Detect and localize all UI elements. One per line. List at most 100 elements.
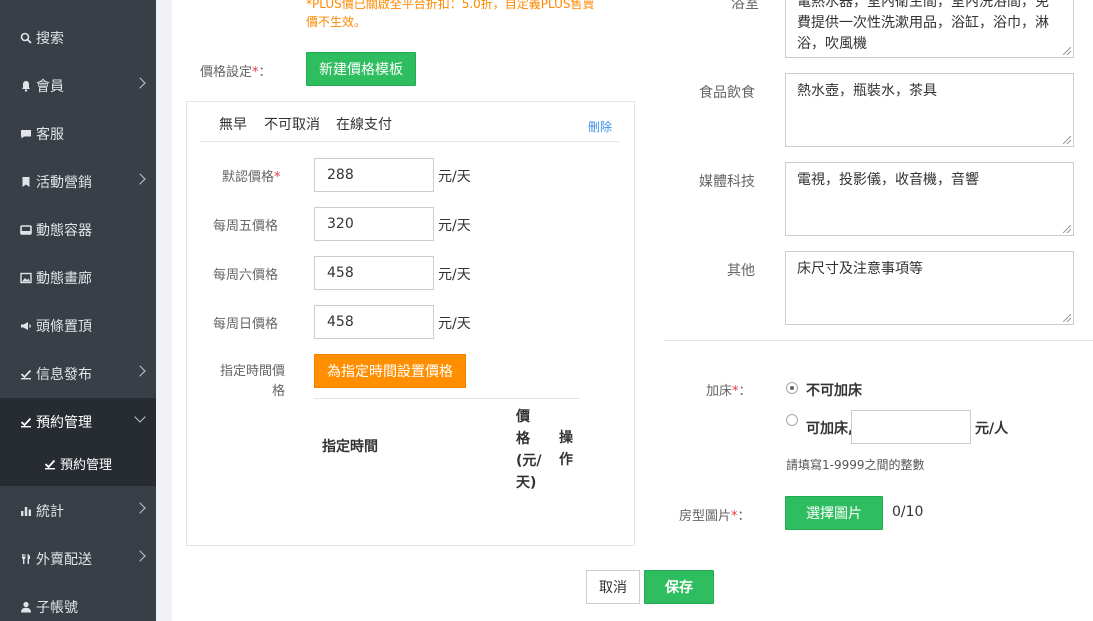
sidebar-item-label: 頭條置頂: [36, 319, 92, 335]
col-action-line: 作: [559, 452, 573, 468]
other-value: 床尺寸及注意事項等: [797, 261, 923, 277]
resize-grip-icon[interactable]: [1063, 225, 1071, 233]
special-price-label-line1: 指定時間價: [219, 364, 285, 379]
bookmark-icon: [20, 176, 32, 188]
cancel-button[interactable]: 取消: [586, 570, 640, 604]
tag-non-cancellable: 不可取消: [264, 117, 320, 133]
sunday-price-unit: 元/天: [438, 316, 471, 332]
media-value: 電視，投影儀，收音機，音響: [797, 172, 979, 188]
bathroom-value: 電熱水器，室內衛生間，室內洗浴間，免費提供一次性洗漱用品，浴缸，浴巾，淋浴，吹風…: [797, 0, 1049, 52]
sidebar-subitem-label: 預約管理: [60, 458, 113, 473]
section-divider: [664, 340, 1093, 341]
chevron-down-icon: [134, 411, 146, 423]
food-textarea[interactable]: 熱水壺，瓶裝水，茶具: [785, 73, 1074, 147]
sidebar-item-reservation[interactable]: 預約管理: [0, 398, 156, 446]
bathroom-textarea[interactable]: 電熱水器，室內衛生間，室內洗浴間，免費提供一次性洗漱用品，浴缸，浴巾，淋浴，吹風…: [785, 0, 1074, 58]
sunday-price-input[interactable]: 458: [314, 305, 434, 339]
colon: ：: [258, 65, 272, 80]
new-price-template-button[interactable]: 新建價格模板: [306, 52, 416, 86]
set-special-price-button[interactable]: 為指定時間設置價格: [314, 354, 466, 388]
resize-grip-icon[interactable]: [1063, 136, 1071, 144]
utensils-icon: [20, 553, 32, 565]
sidebar-item-label: 活動營銷: [36, 175, 92, 191]
required-mark: *: [274, 170, 281, 185]
check-icon: [20, 416, 32, 428]
resize-grip-icon[interactable]: [1063, 314, 1071, 322]
notice-line-1: *PLUS價已關啟全平台折扣：5.0折，自定義PLUS售賣: [306, 0, 595, 11]
sidebar: 搜索 會員 客服 活動營銷 動態容器 動態畫廊 頭條置頂 信息發布 預約管理 預…: [0, 0, 156, 621]
user-icon: [20, 601, 32, 613]
extra-bed-label: 加床*：: [706, 380, 752, 399]
col-price-line: 價: [516, 409, 530, 425]
col-price-line: (元/: [516, 453, 542, 469]
default-price-label: 默認價格*: [222, 166, 281, 185]
chevron-right-icon: [134, 550, 146, 562]
other-textarea[interactable]: 床尺寸及注意事項等: [785, 251, 1074, 325]
sidebar-item-marketing[interactable]: 活動營銷: [0, 158, 156, 206]
friday-price-label: 每周五價格: [213, 219, 279, 234]
sidebar-submenu: 預約管理: [0, 444, 156, 486]
sidebar-item-dynamic-container[interactable]: 動態容器: [0, 206, 156, 254]
sidebar-item-label: 信息發布: [36, 367, 92, 383]
chevron-right-icon: [134, 502, 146, 514]
sidebar-item-members[interactable]: 會員: [0, 62, 156, 110]
col-price-line: 天): [516, 475, 537, 491]
extra-bed-option-label: 可加床,: [806, 421, 854, 437]
radio-no-extra-bed[interactable]: [786, 382, 798, 394]
default-price-unit: 元/天: [438, 169, 471, 185]
col-price-line: 格: [516, 431, 530, 447]
sidebar-item-gallery[interactable]: 動態畫廊: [0, 254, 156, 302]
sidebar-item-search[interactable]: 搜索: [0, 14, 156, 62]
chevron-right-icon: [134, 365, 146, 377]
extra-bed-text: 加床: [706, 384, 733, 399]
friday-price-input[interactable]: 320: [314, 207, 434, 241]
saturday-price-input[interactable]: 458: [314, 256, 434, 290]
bell-icon: [20, 80, 32, 92]
no-extra-bed-label: 不可加床: [806, 383, 862, 399]
panel-divider: [200, 141, 619, 142]
search-icon: [20, 32, 32, 44]
default-price-input[interactable]: 288: [314, 158, 434, 192]
chevron-right-icon: [134, 77, 146, 89]
choose-image-button[interactable]: 選擇圖片: [785, 496, 883, 530]
default-price-text: 默認價格: [222, 170, 275, 185]
save-button[interactable]: 保存: [644, 570, 714, 604]
sidebar-item-publish[interactable]: 信息發布: [0, 350, 156, 398]
check-icon: [20, 368, 32, 380]
megaphone-icon: [20, 320, 32, 332]
resize-grip-icon[interactable]: [1063, 47, 1071, 55]
extra-bed-price-input[interactable]: [851, 410, 971, 444]
room-images-label: 房型圖片*：: [679, 505, 751, 524]
price-settings-label: 價格設定*：: [200, 61, 272, 80]
sidebar-item-label: 外賣配送: [36, 552, 92, 568]
media-label: 媒體科技: [699, 174, 755, 190]
tag-no-breakfast: 無早: [219, 117, 247, 133]
sidebar-item-subaccount[interactable]: 子帳號: [0, 583, 156, 621]
chevron-right-icon: [134, 173, 146, 185]
colon: ：: [738, 384, 752, 399]
media-textarea[interactable]: 電視，投影儀，收音機，音響: [785, 162, 1074, 236]
delete-template-link[interactable]: 刪除: [588, 118, 612, 135]
check-icon: [44, 458, 56, 470]
image-count: 0/10: [892, 504, 924, 520]
col-price: 價 格 (元/ 天): [516, 406, 542, 494]
plus-price-notice: *PLUS價已關啟全平台折扣：5.0折，自定義PLUS售賣 價不生效。: [306, 0, 606, 31]
notice-line-2: 價不生效。: [306, 15, 367, 29]
sunday-price-label: 每周日價格: [213, 317, 279, 332]
col-specified-time: 指定時間: [322, 439, 378, 455]
food-value: 熱水壺，瓶裝水，茶具: [797, 83, 937, 99]
special-table-top-border: [314, 398, 580, 399]
sidebar-item-headline[interactable]: 頭條置頂: [0, 302, 156, 350]
special-price-label: 指定時間價 格: [213, 362, 285, 402]
sidebar-subitem-reservation[interactable]: 預約管理: [44, 454, 112, 473]
sidebar-item-delivery[interactable]: 外賣配送: [0, 535, 156, 583]
sidebar-item-service[interactable]: 客服: [0, 110, 156, 158]
room-images-text: 房型圖片: [679, 509, 732, 524]
other-label: 其他: [727, 263, 755, 279]
radio-extra-bed[interactable]: [786, 414, 798, 426]
sidebar-item-stats[interactable]: 統計: [0, 487, 156, 535]
sidebar-item-label: 預約管理: [36, 415, 92, 431]
extra-bed-unit: 元/人: [975, 421, 1009, 437]
sidebar-item-label: 搜索: [36, 31, 64, 47]
friday-price-unit: 元/天: [438, 218, 471, 234]
